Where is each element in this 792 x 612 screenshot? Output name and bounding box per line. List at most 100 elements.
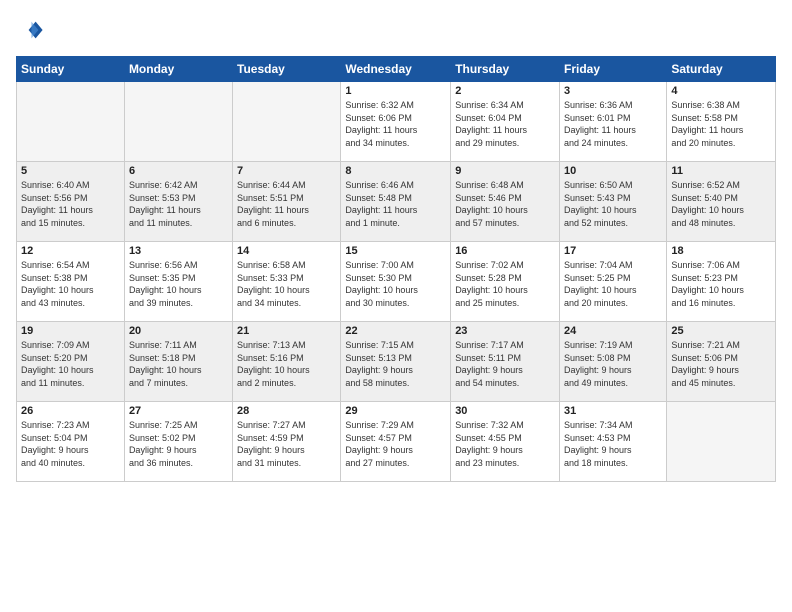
logo (16, 16, 48, 44)
day-info: Sunrise: 6:40 AM Sunset: 5:56 PM Dayligh… (21, 179, 120, 229)
calendar-cell: 1 Sunrise: 6:32 AM Sunset: 6:06 PM Daylig… (341, 82, 451, 162)
day-number: 16 (455, 245, 555, 257)
calendar-cell: 15 Sunrise: 7:00 AM Sunset: 5:30 PM Dayli… (341, 242, 451, 322)
day-info: Sunrise: 6:32 AM Sunset: 6:06 PM Dayligh… (345, 99, 446, 149)
calendar-cell: 19 Sunrise: 7:09 AM Sunset: 5:20 PM Dayli… (17, 322, 125, 402)
calendar-cell: 26 Sunrise: 7:23 AM Sunset: 5:04 PM Dayli… (17, 402, 125, 482)
weekday-header: Monday (124, 57, 232, 82)
day-info: Sunrise: 7:19 AM Sunset: 5:08 PM Dayligh… (564, 339, 662, 389)
day-info: Sunrise: 7:02 AM Sunset: 5:28 PM Dayligh… (455, 259, 555, 309)
day-number: 31 (564, 405, 662, 417)
weekday-header: Sunday (17, 57, 125, 82)
calendar-cell: 22 Sunrise: 7:15 AM Sunset: 5:13 PM Dayli… (341, 322, 451, 402)
day-info: Sunrise: 7:27 AM Sunset: 4:59 PM Dayligh… (237, 419, 336, 469)
calendar-cell: 7 Sunrise: 6:44 AM Sunset: 5:51 PM Daylig… (233, 162, 341, 242)
day-info: Sunrise: 7:09 AM Sunset: 5:20 PM Dayligh… (21, 339, 120, 389)
day-number: 19 (21, 325, 120, 337)
weekday-header: Thursday (451, 57, 560, 82)
weekday-header: Wednesday (341, 57, 451, 82)
day-number: 25 (671, 325, 771, 337)
day-info: Sunrise: 7:15 AM Sunset: 5:13 PM Dayligh… (345, 339, 446, 389)
day-number: 8 (345, 165, 446, 177)
calendar-week-row: 5 Sunrise: 6:40 AM Sunset: 5:56 PM Daylig… (17, 162, 776, 242)
calendar-cell: 30 Sunrise: 7:32 AM Sunset: 4:55 PM Dayli… (451, 402, 560, 482)
day-number: 11 (671, 165, 771, 177)
day-number: 22 (345, 325, 446, 337)
day-number: 24 (564, 325, 662, 337)
day-number: 5 (21, 165, 120, 177)
day-info: Sunrise: 6:34 AM Sunset: 6:04 PM Dayligh… (455, 99, 555, 149)
weekday-header: Tuesday (233, 57, 341, 82)
day-number: 13 (129, 245, 228, 257)
day-info: Sunrise: 7:17 AM Sunset: 5:11 PM Dayligh… (455, 339, 555, 389)
calendar-cell: 27 Sunrise: 7:25 AM Sunset: 5:02 PM Dayli… (124, 402, 232, 482)
day-number: 28 (237, 405, 336, 417)
calendar-cell: 17Sunrise: 7:04 AM Sunset: 5:25 PM Dayli… (560, 242, 667, 322)
day-info: Sunrise: 7:23 AM Sunset: 5:04 PM Dayligh… (21, 419, 120, 469)
calendar-week-row: 12 Sunrise: 6:54 AM Sunset: 5:38 PM Dayli… (17, 242, 776, 322)
calendar-cell: 3Sunrise: 6:36 AM Sunset: 6:01 PM Daylig… (560, 82, 667, 162)
day-info: Sunrise: 6:56 AM Sunset: 5:35 PM Dayligh… (129, 259, 228, 309)
day-info: Sunrise: 6:44 AM Sunset: 5:51 PM Dayligh… (237, 179, 336, 229)
day-number: 1 (345, 85, 446, 97)
calendar-table: SundayMondayTuesdayWednesdayThursdayFrid… (16, 56, 776, 482)
calendar-cell: 29 Sunrise: 7:29 AM Sunset: 4:57 PM Dayli… (341, 402, 451, 482)
calendar-cell: 13 Sunrise: 6:56 AM Sunset: 5:35 PM Dayli… (124, 242, 232, 322)
calendar-cell: 11Sunrise: 6:52 AM Sunset: 5:40 PM Dayli… (667, 162, 776, 242)
day-info: Sunrise: 7:21 AM Sunset: 5:06 PM Dayligh… (671, 339, 771, 389)
calendar-cell: 21Sunrise: 7:13 AM Sunset: 5:16 PM Dayli… (233, 322, 341, 402)
day-info: Sunrise: 6:50 AM Sunset: 5:43 PM Dayligh… (564, 179, 662, 229)
day-info: Sunrise: 6:42 AM Sunset: 5:53 PM Dayligh… (129, 179, 228, 229)
calendar-cell: 20Sunrise: 7:11 AM Sunset: 5:18 PM Dayli… (124, 322, 232, 402)
calendar-cell: 8 Sunrise: 6:46 AM Sunset: 5:48 PM Daylig… (341, 162, 451, 242)
calendar-cell: 18Sunrise: 7:06 AM Sunset: 5:23 PM Dayli… (667, 242, 776, 322)
calendar-cell: 31 Sunrise: 7:34 AM Sunset: 4:53 PM Dayli… (560, 402, 667, 482)
day-info: Sunrise: 7:06 AM Sunset: 5:23 PM Dayligh… (671, 259, 771, 309)
calendar-cell: 14Sunrise: 6:58 AM Sunset: 5:33 PM Dayli… (233, 242, 341, 322)
day-number: 7 (237, 165, 336, 177)
calendar-cell (233, 82, 341, 162)
day-number: 9 (455, 165, 555, 177)
calendar-week-row: 1 Sunrise: 6:32 AM Sunset: 6:06 PM Daylig… (17, 82, 776, 162)
day-number: 4 (671, 85, 771, 97)
day-info: Sunrise: 7:34 AM Sunset: 4:53 PM Dayligh… (564, 419, 662, 469)
day-number: 23 (455, 325, 555, 337)
day-number: 15 (345, 245, 446, 257)
calendar-cell (667, 402, 776, 482)
calendar-cell: 9Sunrise: 6:48 AM Sunset: 5:46 PM Daylig… (451, 162, 560, 242)
day-info: Sunrise: 6:54 AM Sunset: 5:38 PM Dayligh… (21, 259, 120, 309)
calendar-cell: 25 Sunrise: 7:21 AM Sunset: 5:06 PM Dayli… (667, 322, 776, 402)
weekday-header: Friday (560, 57, 667, 82)
day-info: Sunrise: 7:04 AM Sunset: 5:25 PM Dayligh… (564, 259, 662, 309)
day-info: Sunrise: 7:25 AM Sunset: 5:02 PM Dayligh… (129, 419, 228, 469)
day-info: Sunrise: 7:32 AM Sunset: 4:55 PM Dayligh… (455, 419, 555, 469)
logo-icon (16, 16, 44, 44)
calendar-cell: 5 Sunrise: 6:40 AM Sunset: 5:56 PM Daylig… (17, 162, 125, 242)
weekday-header-row: SundayMondayTuesdayWednesdayThursdayFrid… (17, 57, 776, 82)
day-number: 14 (237, 245, 336, 257)
day-info: Sunrise: 6:46 AM Sunset: 5:48 PM Dayligh… (345, 179, 446, 229)
calendar-cell: 28 Sunrise: 7:27 AM Sunset: 4:59 PM Dayli… (233, 402, 341, 482)
day-number: 12 (21, 245, 120, 257)
day-number: 3 (564, 85, 662, 97)
day-info: Sunrise: 7:29 AM Sunset: 4:57 PM Dayligh… (345, 419, 446, 469)
day-number: 21 (237, 325, 336, 337)
day-number: 6 (129, 165, 228, 177)
calendar-cell (17, 82, 125, 162)
calendar-cell: 23 Sunrise: 7:17 AM Sunset: 5:11 PM Dayli… (451, 322, 560, 402)
day-number: 29 (345, 405, 446, 417)
day-number: 26 (21, 405, 120, 417)
calendar-cell: 2Sunrise: 6:34 AM Sunset: 6:04 PM Daylig… (451, 82, 560, 162)
calendar-week-row: 19 Sunrise: 7:09 AM Sunset: 5:20 PM Dayli… (17, 322, 776, 402)
day-number: 20 (129, 325, 228, 337)
day-number: 30 (455, 405, 555, 417)
calendar-week-row: 26 Sunrise: 7:23 AM Sunset: 5:04 PM Dayli… (17, 402, 776, 482)
day-number: 27 (129, 405, 228, 417)
calendar-cell: 12 Sunrise: 6:54 AM Sunset: 5:38 PM Dayli… (17, 242, 125, 322)
page-container: SundayMondayTuesdayWednesdayThursdayFrid… (0, 0, 792, 490)
calendar-cell: 24 Sunrise: 7:19 AM Sunset: 5:08 PM Dayli… (560, 322, 667, 402)
calendar-cell (124, 82, 232, 162)
page-header (16, 16, 776, 44)
day-number: 10 (564, 165, 662, 177)
day-info: Sunrise: 7:00 AM Sunset: 5:30 PM Dayligh… (345, 259, 446, 309)
